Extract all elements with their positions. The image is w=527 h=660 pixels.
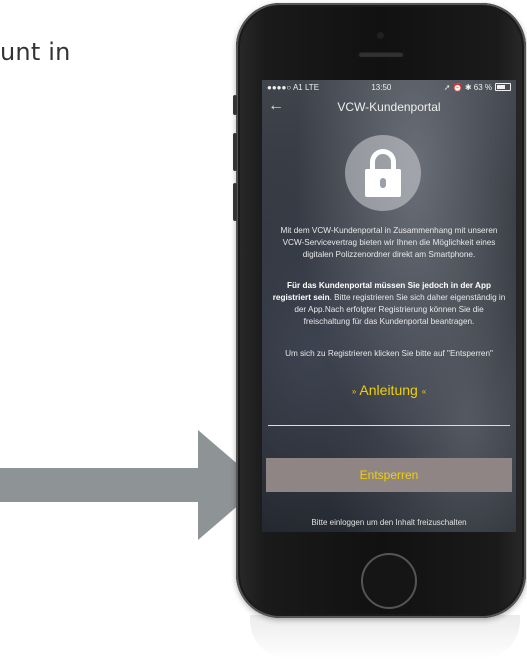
partial-page-text: unt in	[0, 38, 71, 66]
page-title: VCW-Kundenportal	[337, 100, 441, 114]
login-hint: Bitte einloggen um den Inhalt freizuscha…	[311, 518, 467, 527]
registration-paragraph: Für das Kundenportal müssen Sie jedoch i…	[270, 280, 508, 328]
volume-down-button	[233, 183, 237, 221]
unlock-button[interactable]: Entsperren	[266, 458, 512, 492]
battery-icon	[495, 83, 511, 91]
volume-up-button	[233, 133, 237, 171]
lock-icon	[345, 135, 421, 211]
app-screen: ●●●●○ A1 LTE 13:50 ➚ ⏰ ✱ 63 % ← VCW-Kund…	[262, 80, 516, 532]
divider	[268, 425, 510, 426]
keyhole	[380, 178, 386, 188]
earpiece-speaker	[358, 51, 404, 57]
status-time: 13:50	[371, 82, 392, 92]
status-bar: ●●●●○ A1 LTE 13:50 ➚ ⏰ ✱ 63 %	[262, 80, 516, 94]
lock-body	[365, 169, 401, 197]
unlock-instruction: Um sich zu Registrieren klicken Sie bitt…	[285, 349, 493, 358]
quote-left: »	[351, 386, 357, 396]
home-button[interactable]	[361, 553, 417, 609]
anleitung-link[interactable]: » Anleitung «	[262, 382, 516, 398]
anleitung-label: Anleitung	[359, 382, 418, 398]
navigation-bar: ← VCW-Kundenportal	[262, 96, 516, 118]
pointer-arrow-icon	[0, 430, 262, 540]
quote-right: «	[421, 386, 427, 396]
carrier-label: ●●●●○ A1 LTE	[267, 82, 320, 92]
phone-reflection	[250, 615, 520, 660]
status-indicators: ➚ ⏰ ✱ 63 %	[443, 82, 492, 92]
front-camera	[376, 31, 385, 40]
mute-switch	[233, 95, 237, 115]
intro-paragraph: Mit dem VCW-Kundenportal in Zusammenhang…	[280, 226, 498, 259]
